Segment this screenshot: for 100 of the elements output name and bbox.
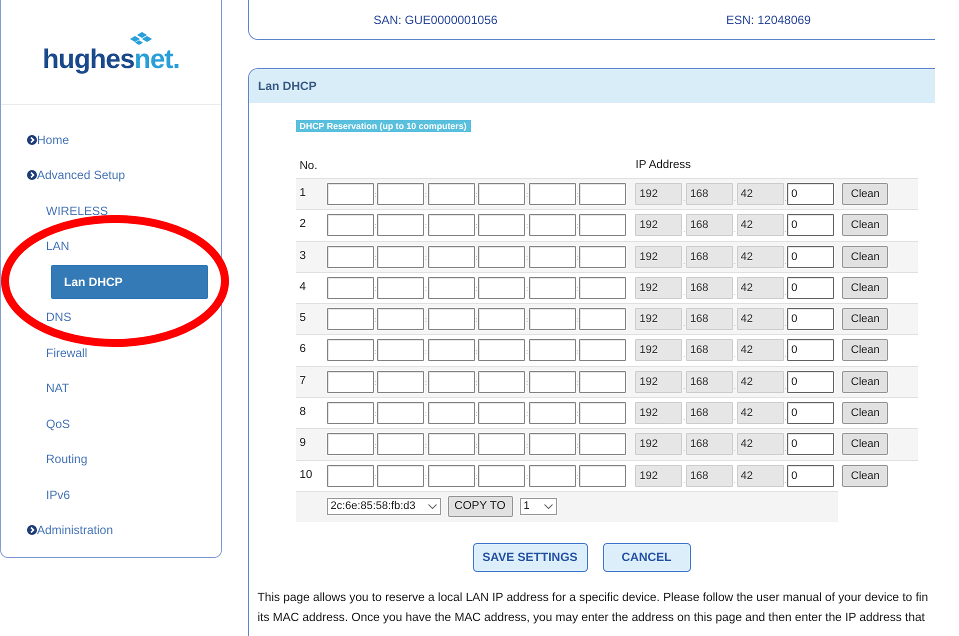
mac-field[interactable]: [428, 276, 475, 299]
clean-button[interactable]: Clean: [842, 433, 888, 456]
mac-field[interactable]: [579, 276, 626, 299]
mac-field[interactable]: [478, 370, 526, 393]
mac-field[interactable]: [579, 464, 626, 487]
ip-octet-field[interactable]: 0: [787, 214, 834, 236]
mac-field[interactable]: [326, 339, 374, 362]
mac-field[interactable]: [528, 246, 576, 268]
mac-field[interactable]: [326, 246, 374, 268]
nav-link[interactable]: Home: [27, 132, 70, 147]
mac-field[interactable]: [428, 246, 475, 268]
mac-field[interactable]: [428, 370, 475, 393]
clean-button[interactable]: Clean: [842, 464, 888, 487]
row-number: 1: [300, 187, 306, 199]
mac-field[interactable]: [326, 308, 374, 330]
mac-field[interactable]: [428, 308, 475, 330]
mac-field[interactable]: [478, 339, 526, 362]
clean-button[interactable]: Clean: [842, 183, 888, 205]
mac-field[interactable]: [579, 246, 626, 268]
mac-field[interactable]: [326, 402, 374, 424]
mac-field[interactable]: [428, 402, 475, 424]
copy-to-button[interactable]: COPY TO: [448, 496, 512, 518]
clean-button[interactable]: Clean: [842, 370, 888, 393]
mac-field[interactable]: [377, 308, 424, 330]
mac-field[interactable]: [478, 276, 526, 299]
clean-button[interactable]: Clean: [842, 246, 888, 268]
ip-octet-field[interactable]: 0: [787, 183, 834, 205]
mac-field[interactable]: [528, 433, 576, 456]
nav-link[interactable]: LAN: [46, 239, 70, 254]
mac-field[interactable]: [377, 402, 424, 424]
ip-octet-field[interactable]: 0: [787, 276, 834, 299]
mac-field[interactable]: [528, 339, 576, 362]
mac-field[interactable]: [478, 402, 526, 424]
mac-field[interactable]: [326, 433, 374, 456]
clean-button[interactable]: Clean: [842, 308, 888, 330]
mac-field[interactable]: [377, 339, 424, 362]
ip-octet-field[interactable]: 0: [787, 402, 834, 424]
clean-button[interactable]: Clean: [842, 339, 888, 362]
clean-button[interactable]: Clean: [842, 402, 888, 424]
mac-field[interactable]: [528, 183, 576, 205]
mac-field[interactable]: [326, 183, 374, 205]
mac-field[interactable]: [528, 370, 576, 393]
row-number: 2: [300, 218, 306, 230]
mac-field[interactable]: [478, 246, 526, 268]
mac-field[interactable]: [428, 214, 475, 236]
mac-field[interactable]: [528, 402, 576, 424]
mac-field[interactable]: [579, 433, 626, 456]
mac-field[interactable]: [528, 464, 576, 487]
clean-button[interactable]: Clean: [842, 276, 888, 299]
mac-field[interactable]: [326, 214, 374, 236]
mac-field[interactable]: [377, 464, 424, 487]
cancel-button[interactable]: CANCEL: [602, 542, 690, 572]
nav-link[interactable]: Advanced Setup: [27, 168, 126, 182]
mac-field[interactable]: [428, 339, 475, 362]
mac-field[interactable]: [377, 370, 424, 393]
nav-link[interactable]: Lan DHCP: [51, 264, 208, 299]
mac-field[interactable]: [377, 246, 424, 268]
nav-link[interactable]: IPv6: [46, 488, 70, 502]
ip-octet-field[interactable]: 0: [787, 246, 834, 268]
nav-link[interactable]: Routing: [46, 452, 88, 466]
mac-field[interactable]: [326, 370, 374, 393]
mac-field[interactable]: [377, 183, 424, 205]
mac-field[interactable]: [428, 464, 475, 487]
nav-link[interactable]: QoS: [46, 416, 70, 431]
mac-field[interactable]: [478, 308, 526, 330]
nav-link[interactable]: WIRELESS: [46, 204, 108, 218]
mac-field[interactable]: [478, 433, 526, 456]
mac-field[interactable]: [528, 308, 576, 330]
nav-link[interactable]: Firewall: [46, 346, 88, 360]
mac-field[interactable]: [478, 214, 526, 236]
mac-field[interactable]: [377, 214, 424, 236]
ip-octet-field[interactable]: 0: [787, 433, 834, 456]
mac-field[interactable]: [579, 402, 626, 424]
mac-field[interactable]: [428, 183, 475, 205]
mac-dropdown[interactable]: 2c:6e:85:58:fb:d3: [326, 498, 440, 516]
ip-octet-field[interactable]: 0: [787, 339, 834, 362]
save-settings-button[interactable]: SAVE SETTINGS: [472, 542, 588, 572]
nav-link[interactable]: Administration: [27, 523, 114, 538]
ip-octet-field[interactable]: 0: [787, 370, 834, 393]
mac-field[interactable]: [579, 370, 626, 393]
mac-field[interactable]: [478, 464, 526, 487]
mac-field[interactable]: [478, 183, 526, 205]
mac-field[interactable]: [579, 308, 626, 330]
mac-field[interactable]: [326, 464, 374, 487]
mac-field[interactable]: [579, 214, 626, 236]
mac-field[interactable]: [377, 276, 424, 299]
ip-octet-field[interactable]: 0: [787, 308, 834, 330]
mac-field[interactable]: [428, 433, 475, 456]
clean-button[interactable]: Clean: [842, 214, 888, 236]
nav-link[interactable]: DNS: [46, 310, 72, 324]
mac-field[interactable]: [326, 276, 374, 299]
row-number: 10: [300, 468, 312, 481]
nav-link[interactable]: NAT: [46, 381, 70, 396]
mac-field[interactable]: [579, 339, 626, 362]
mac-field[interactable]: [528, 276, 576, 299]
mac-field[interactable]: [579, 183, 626, 205]
row-dropdown[interactable]: 1: [520, 498, 556, 516]
mac-field[interactable]: [377, 433, 424, 456]
ip-octet-field[interactable]: 0: [787, 464, 834, 487]
mac-field[interactable]: [528, 214, 576, 236]
